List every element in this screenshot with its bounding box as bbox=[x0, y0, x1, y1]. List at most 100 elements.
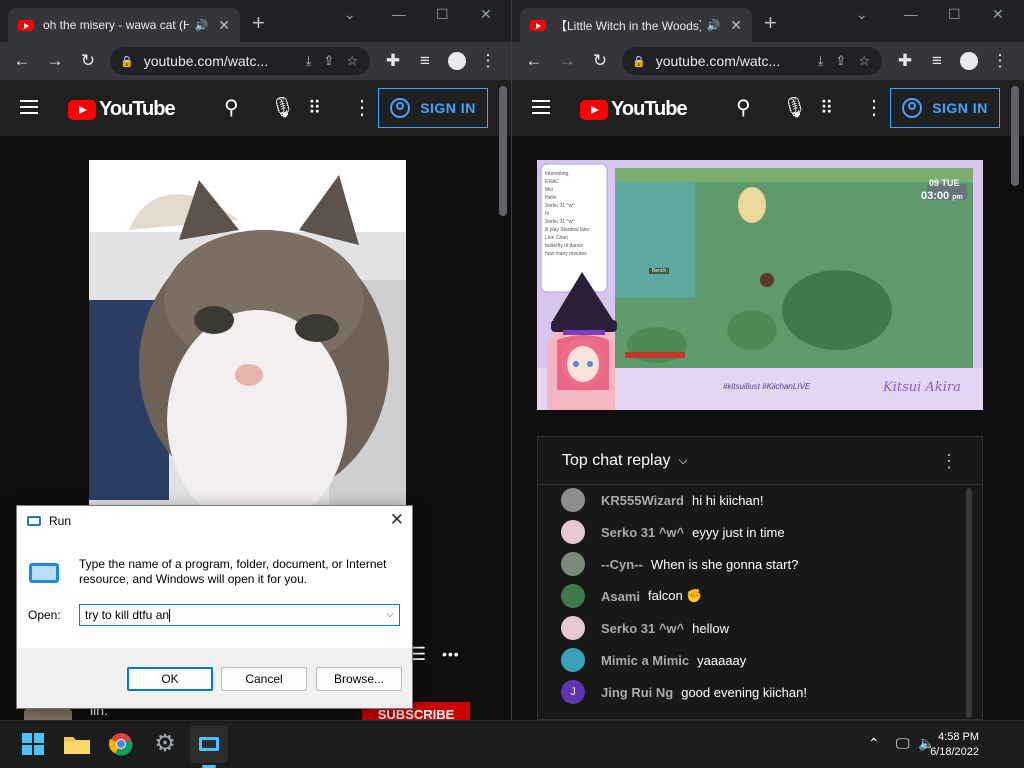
tab-search-chevron-icon[interactable]: ⌄ bbox=[344, 6, 356, 23]
media-queue-icon[interactable]: ≡ bbox=[927, 51, 947, 71]
chrome-menu-icon[interactable]: ⋮ bbox=[990, 51, 1010, 71]
run-large-icon bbox=[29, 563, 59, 583]
chat-author[interactable]: Mimic a Mimic bbox=[601, 653, 689, 668]
start-button[interactable] bbox=[18, 729, 48, 759]
chat-scrollbar[interactable] bbox=[966, 488, 972, 718]
hud-time-suffix: pm bbox=[952, 194, 963, 201]
sign-in-label: SIGN IN bbox=[420, 100, 476, 116]
chat-mode-label[interactable]: Top chat replay bbox=[562, 452, 671, 470]
chat-avatar[interactable] bbox=[561, 552, 585, 576]
url-text: youtube.com/watc... bbox=[655, 53, 781, 69]
page-scrollbar[interactable] bbox=[1011, 86, 1019, 186]
page-scrollbar[interactable] bbox=[499, 86, 507, 216]
profile-avatar-icon[interactable] bbox=[960, 52, 978, 70]
speaker-icon[interactable]: 🔊 bbox=[707, 19, 721, 32]
minimize-button[interactable]: — bbox=[904, 6, 918, 22]
extensions-puzzle-icon[interactable]: ✚ bbox=[383, 51, 403, 71]
close-window-button[interactable]: ✕ bbox=[480, 6, 492, 23]
forward-arrow-icon[interactable]: → bbox=[557, 51, 577, 71]
new-tab-button[interactable]: + bbox=[764, 12, 777, 34]
install-icon[interactable]: ⤓ bbox=[818, 53, 824, 69]
chat-more-icon[interactable]: ⋮ bbox=[940, 451, 958, 472]
forward-arrow-icon[interactable]: → bbox=[45, 51, 65, 71]
sign-in-label: SIGN IN bbox=[932, 100, 988, 116]
media-queue-icon[interactable]: ≡ bbox=[415, 51, 435, 71]
chat-author[interactable]: Jing Rui Ng bbox=[601, 685, 673, 700]
chat-avatar[interactable]: J bbox=[561, 680, 585, 704]
file-explorer-button[interactable] bbox=[62, 729, 92, 759]
chat-avatar[interactable] bbox=[561, 584, 585, 608]
share-icon[interactable]: ⇪ bbox=[835, 53, 846, 69]
close-window-button[interactable]: ✕ bbox=[992, 6, 1004, 23]
chevron-down-icon[interactable]: ⌵ bbox=[679, 453, 688, 468]
chat-avatar[interactable] bbox=[561, 520, 585, 544]
url-text: youtube.com/watc... bbox=[143, 53, 269, 69]
reload-icon[interactable]: ↻ bbox=[590, 51, 610, 71]
microphone-icon[interactable]: 🎙 bbox=[270, 96, 295, 120]
maximize-button[interactable]: ☐ bbox=[436, 6, 449, 23]
apps-grid-icon[interactable]: ⠿ bbox=[820, 96, 833, 120]
settings-button[interactable]: ⚙ bbox=[150, 729, 180, 759]
youtube-logo[interactable]: YouTube bbox=[68, 98, 176, 121]
run-taskbar-button[interactable] bbox=[190, 725, 228, 763]
sign-in-button[interactable]: SIGN IN bbox=[378, 88, 488, 128]
ok-button[interactable]: OK bbox=[127, 667, 213, 691]
bookmark-star-icon[interactable]: ☆ bbox=[346, 53, 358, 69]
cat-video-player[interactable] bbox=[89, 160, 406, 510]
bookmark-star-icon[interactable]: ☆ bbox=[858, 53, 870, 69]
install-icon[interactable]: ⤓ bbox=[306, 53, 312, 69]
open-input-value[interactable]: try to kill dtfu an bbox=[85, 608, 169, 622]
tab-little-witch[interactable]: 【Little Witch in the Woods】 🔊 ✕ bbox=[520, 8, 752, 42]
back-arrow-icon[interactable]: ← bbox=[524, 51, 544, 71]
minimize-button[interactable]: — bbox=[392, 6, 406, 22]
speaker-icon[interactable]: 🔊 bbox=[195, 19, 209, 32]
browse-button[interactable]: Browse... bbox=[316, 667, 402, 691]
system-clock[interactable]: 4:58 PM 6/18/2022 bbox=[930, 730, 979, 760]
chrome-menu-icon[interactable]: ⋮ bbox=[478, 51, 498, 71]
apps-grid-icon[interactable]: ⠿ bbox=[308, 96, 321, 120]
share-icon[interactable]: ⇪ bbox=[323, 53, 334, 69]
run-titlebar[interactable]: Run ✕ bbox=[17, 506, 412, 535]
tab-search-chevron-icon[interactable]: ⌄ bbox=[856, 6, 868, 23]
chevron-up-icon[interactable]: ⌃ bbox=[868, 735, 880, 752]
chat-avatar[interactable] bbox=[561, 488, 585, 512]
chrome-button[interactable] bbox=[106, 729, 136, 759]
chevron-down-icon[interactable]: ⌵ bbox=[386, 605, 394, 625]
youtube-logo[interactable]: YouTube bbox=[580, 98, 688, 121]
extensions-puzzle-icon[interactable]: ✚ bbox=[895, 51, 915, 71]
tab-close-icon[interactable]: ✕ bbox=[218, 17, 230, 34]
microphone-icon[interactable]: 🎙 bbox=[782, 96, 807, 120]
chat-avatar[interactable] bbox=[561, 648, 585, 672]
hamburger-menu-icon[interactable] bbox=[532, 100, 550, 114]
address-bar[interactable]: 🔒 youtube.com/watc... ⤓ ⇪ ☆ bbox=[110, 47, 370, 75]
hud-day: 09 TUE bbox=[929, 178, 960, 188]
chat-author[interactable]: --Cyn-- bbox=[601, 557, 643, 572]
back-arrow-icon[interactable]: ← bbox=[12, 51, 32, 71]
cancel-button[interactable]: Cancel bbox=[221, 667, 307, 691]
more-vert-icon[interactable]: ⋮ bbox=[864, 96, 884, 120]
new-tab-button[interactable]: + bbox=[252, 12, 265, 34]
search-icon[interactable]: ⚲ bbox=[224, 96, 239, 120]
reload-icon[interactable]: ↻ bbox=[78, 51, 98, 71]
more-vert-icon[interactable]: ⋮ bbox=[352, 96, 372, 120]
chat-author[interactable]: KR555Wizard bbox=[601, 493, 684, 508]
hamburger-menu-icon[interactable] bbox=[20, 100, 38, 114]
overlay-chat-line: ill play Stardew later bbox=[545, 227, 590, 233]
sign-in-button[interactable]: SIGN IN bbox=[890, 88, 1000, 128]
chat-avatar[interactable] bbox=[561, 616, 585, 640]
chat-author[interactable]: Serko 31 ^w^ bbox=[601, 525, 684, 540]
run-description: Type the name of a program, folder, docu… bbox=[79, 557, 387, 586]
chat-author[interactable]: Serko 31 ^w^ bbox=[601, 621, 684, 636]
livestream-video-player[interactable]: Interesting. ERAC Mei Hello Serko 31 ^w^… bbox=[537, 160, 983, 410]
address-bar[interactable]: 🔒 youtube.com/watc... ⤓ ⇪ ☆ bbox=[622, 47, 882, 75]
more-actions-icon[interactable]: ••• bbox=[442, 646, 460, 662]
tab-close-icon[interactable]: ✕ bbox=[730, 17, 742, 34]
close-icon[interactable]: ✕ bbox=[390, 510, 404, 530]
search-icon[interactable]: ⚲ bbox=[736, 96, 751, 120]
open-combobox[interactable]: try to kill dtfu an ⌵ bbox=[79, 604, 400, 626]
chat-author[interactable]: Asami bbox=[601, 589, 640, 604]
maximize-button[interactable]: ☐ bbox=[948, 6, 961, 23]
network-icon[interactable]: 🖵 bbox=[896, 735, 910, 752]
tab-wawa-cat[interactable]: oh the misery - wawa cat (H 🔊 ✕ bbox=[8, 8, 240, 42]
profile-avatar-icon[interactable] bbox=[448, 52, 466, 70]
